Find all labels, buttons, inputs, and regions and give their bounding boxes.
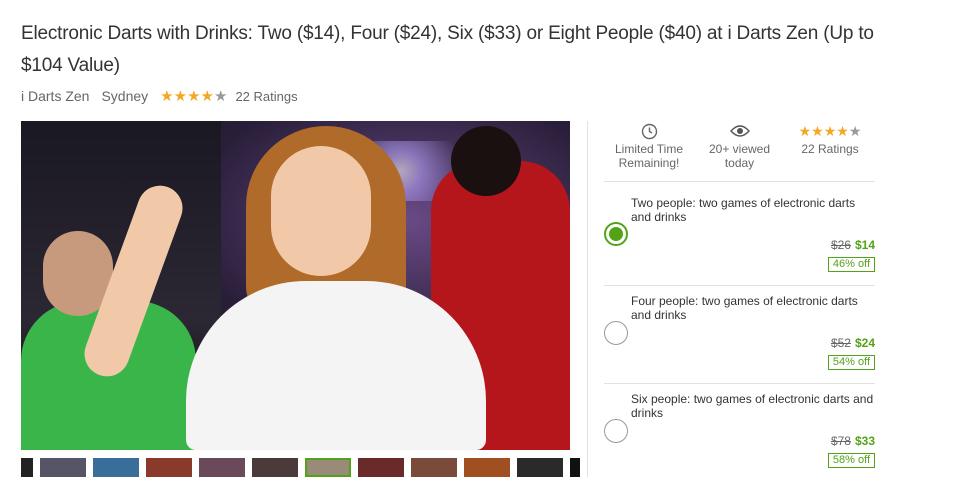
option-deal-price: $24 xyxy=(854,336,875,350)
merchant-link[interactable]: i Darts Zen xyxy=(21,88,89,104)
thumbnail[interactable] xyxy=(411,458,457,477)
thumbnail[interactable] xyxy=(21,458,33,477)
photo-person-head xyxy=(451,126,521,196)
thumbnail[interactable] xyxy=(570,458,580,477)
stat-ratings-label[interactable]: 22 Ratings xyxy=(785,142,875,156)
deal-meta: i Darts Zen Sydney ★ ★ ★ ★ ★ 22 Ratings xyxy=(21,86,298,106)
stat-time-line1: Limited Time xyxy=(614,142,684,156)
option-deal-price: $14 xyxy=(854,238,875,252)
deal-main-photo[interactable] xyxy=(21,121,570,450)
discount-badge: 46% off xyxy=(827,257,875,272)
eye-icon xyxy=(695,121,785,141)
option-price: $26 $14 xyxy=(831,238,875,252)
ratings-link[interactable]: 22 Ratings xyxy=(235,89,297,104)
stat-time-line2: Remaining! xyxy=(618,156,680,170)
thumbnail[interactable] xyxy=(252,458,298,477)
thumbnail[interactable] xyxy=(93,458,139,477)
star-icon: ★ xyxy=(200,87,214,105)
rating-stars: ★ ★ ★ ★ ★ xyxy=(160,89,227,104)
stat-views-line1: 20+ viewed xyxy=(708,142,771,156)
deal-option[interactable]: Six people: two games of electronic dart… xyxy=(604,392,875,477)
rating-stars: ★ ★ ★ ★ ★ xyxy=(798,122,862,139)
thumbnail[interactable] xyxy=(464,458,510,477)
thumbnail[interactable] xyxy=(40,458,86,477)
star-icon: ★ xyxy=(811,122,824,139)
column-divider xyxy=(587,121,588,477)
deal-title: Electronic Darts with Drinks: Two ($14),… xyxy=(21,23,874,76)
option-title: Six people: two games of electronic dart… xyxy=(631,392,874,420)
thumbnail[interactable] xyxy=(146,458,192,477)
option-radio-selected[interactable] xyxy=(604,222,628,246)
star-icon: ★ xyxy=(823,122,837,139)
option-original-price: $26 xyxy=(830,238,851,252)
deal-option[interactable]: Two people: two games of electronic dart… xyxy=(604,196,875,291)
option-price: $78 $33 xyxy=(831,434,875,448)
discount-badge: 54% off xyxy=(827,355,875,370)
star-icon: ★ xyxy=(187,87,201,105)
deal-option[interactable]: Four people: two games of electronic dar… xyxy=(604,294,875,389)
star-icon: ★ xyxy=(173,87,188,105)
option-title: Two people: two games of electronic dart… xyxy=(631,196,856,224)
option-deal-price: $33 xyxy=(854,434,875,448)
options-divider xyxy=(604,181,875,182)
deal-stats: Limited Time Remaining! 20+ viewed today… xyxy=(604,121,875,171)
stat-views-line2: today xyxy=(724,156,755,170)
option-original-price: $52 xyxy=(830,336,851,350)
option-radio[interactable] xyxy=(604,419,628,443)
star-empty-icon: ★ xyxy=(848,122,862,139)
thumbnail-active[interactable] xyxy=(305,458,351,477)
star-empty-icon: ★ xyxy=(213,87,228,105)
option-original-price: $78 xyxy=(830,434,851,448)
thumbnail[interactable] xyxy=(517,458,563,477)
photo-woman-face xyxy=(271,146,371,276)
thumbnail[interactable] xyxy=(199,458,245,477)
options-divider xyxy=(604,285,875,286)
thumbnail[interactable] xyxy=(358,458,404,477)
options-divider xyxy=(604,383,875,384)
clock-icon xyxy=(604,121,694,141)
stat-time-remaining: Limited Time Remaining! xyxy=(604,121,694,171)
photo-thumbnail-strip xyxy=(21,458,580,477)
star-icon: ★ xyxy=(836,122,849,139)
option-price: $52 $24 xyxy=(831,336,875,350)
star-icon: ★ xyxy=(160,87,174,105)
stat-ratings: ★ ★ ★ ★ ★ 22 Ratings xyxy=(785,121,875,171)
option-radio[interactable] xyxy=(604,321,628,345)
discount-badge: 58% off xyxy=(827,453,875,468)
option-title: Four people: two games of electronic dar… xyxy=(631,294,858,322)
photo-woman-body xyxy=(186,281,486,450)
location-label: Sydney xyxy=(101,88,149,104)
star-icon: ★ xyxy=(798,122,812,139)
stat-views: 20+ viewed today xyxy=(695,121,785,171)
